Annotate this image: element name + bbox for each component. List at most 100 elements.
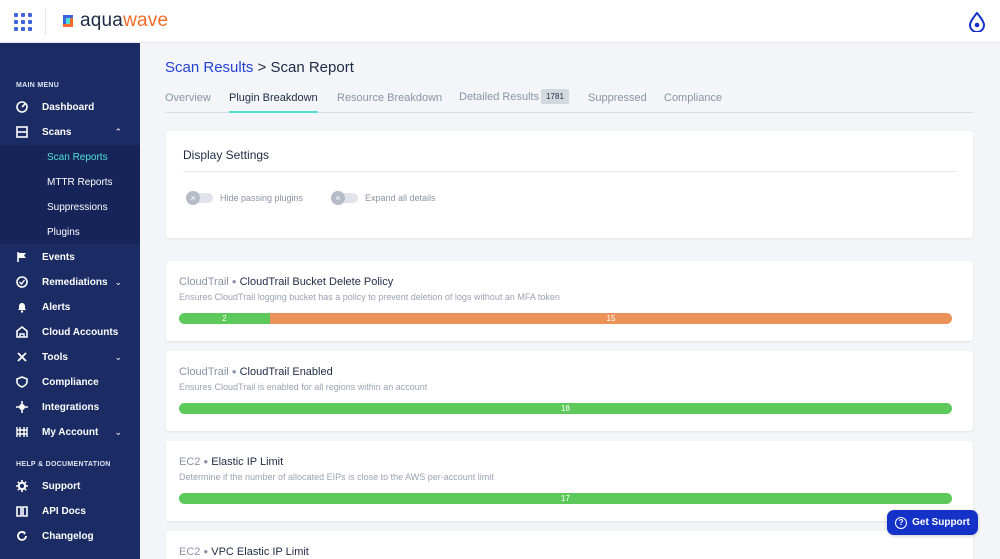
plugin-description: Ensures CloudTrail logging bucket has a …	[179, 292, 560, 302]
plugin-card[interactable]: CloudTrail ● CloudTrail Bucket Delete Poli…	[166, 261, 973, 341]
pass-segment[interactable]: 2	[179, 313, 270, 324]
result-bar[interactable]: 17	[179, 493, 952, 504]
pass-segment[interactable]: 18	[179, 403, 952, 414]
tools-icon	[16, 351, 28, 363]
plugin-description: Ensures CloudTrail is enabled for all re…	[179, 382, 428, 392]
cloud-accounts-icon	[16, 326, 28, 338]
chevron-down-icon: ⌄	[114, 426, 122, 437]
toggle-switch[interactable]: ×	[331, 191, 358, 205]
sidebar: MAIN MENU Dashboard Scans ⌃ Scan Reports…	[0, 43, 140, 559]
breadcrumb: Scan Results > Scan Report	[165, 59, 354, 76]
top-divider	[45, 8, 46, 35]
plugin-service: CloudTrail	[179, 276, 229, 288]
sidebar-subitem-plugins[interactable]: Plugins	[0, 220, 140, 244]
remediations-icon	[16, 276, 28, 288]
tab-suppressed[interactable]: Suppressed	[588, 92, 647, 104]
help-heading: HELP & DOCUMENTATION	[16, 461, 111, 468]
plugin-service: EC2	[179, 546, 201, 558]
sidebar-item-label: Integrations	[42, 401, 100, 413]
sidebar-subitem-mttr-reports[interactable]: MTTR Reports	[0, 170, 140, 194]
dashboard-icon	[16, 101, 28, 113]
tab-plugin-breakdown[interactable]: Plugin Breakdown	[229, 92, 318, 113]
toggle-label: Hide passing plugins	[220, 193, 304, 203]
display-settings-title: Display Settings	[183, 148, 270, 162]
plugin-name: CloudTrail Enabled	[239, 366, 333, 378]
toggle-label: Expand all details	[365, 193, 436, 203]
sidebar-subitem-suppressions[interactable]: Suppressions	[0, 195, 140, 219]
sidebar-item-label: Scans	[42, 126, 72, 138]
scans-icon	[16, 126, 28, 138]
tab-compliance[interactable]: Compliance	[664, 92, 722, 104]
aquawave-logo[interactable]: aquawave	[60, 10, 168, 32]
result-bar[interactable]: 18	[179, 403, 952, 414]
sidebar-item-label: Cloud Accounts	[42, 326, 119, 338]
get-support-button[interactable]: ? Get Support	[887, 510, 978, 535]
logo-text: aquawave	[80, 10, 169, 31]
divider	[183, 171, 956, 172]
apps-grid-icon[interactable]	[14, 13, 32, 31]
chevron-down-icon: ⌄	[114, 276, 122, 287]
plugin-name: VPC Elastic IP Limit	[211, 546, 309, 558]
tab-resource-breakdown[interactable]: Resource Breakdown	[337, 92, 442, 104]
toggle-switch[interactable]: ×	[186, 191, 213, 205]
flag-icon	[16, 251, 28, 263]
sidebar-item-changelog[interactable]: Changelog	[0, 524, 140, 548]
chevron-down-icon: ⌄	[114, 351, 122, 362]
sidebar-item-label: Remediations	[42, 276, 108, 288]
sidebar-item-support[interactable]: Support	[0, 474, 140, 498]
top-bar: aquawave	[0, 0, 1000, 43]
book-icon	[16, 505, 28, 517]
sidebar-item-events[interactable]: Events	[0, 245, 140, 269]
hide-passing-plugins-toggle[interactable]: × Hide passing plugins	[186, 191, 304, 205]
toggle-off-icon: ×	[331, 191, 345, 205]
sidebar-item-compliance[interactable]: Compliance	[0, 370, 140, 394]
plugin-title: CloudTrail ● CloudTrail Enabled	[179, 366, 333, 378]
fail-segment[interactable]: 15	[269, 313, 952, 324]
tab-label: Detailed Results	[459, 91, 540, 103]
sidebar-item-label: Alerts	[42, 301, 71, 313]
get-support-label: Get Support	[912, 517, 970, 528]
tab-overview[interactable]: Overview	[165, 92, 211, 104]
sidebar-item-cloud-accounts[interactable]: Cloud Accounts	[0, 320, 140, 344]
sidebar-item-label: Tools	[42, 351, 68, 363]
plugin-card[interactable]: CloudTrail ● CloudTrail Enabled Ensures Cl…	[166, 351, 973, 431]
display-settings-card: Display Settings × Hide passing plugins …	[166, 131, 973, 238]
logo-mark-icon	[63, 15, 73, 27]
plugin-card[interactable]: EC2 ● VPC Elastic IP Limit	[166, 531, 973, 559]
scans-submenu: Scan Reports MTTR Reports Suppressions P…	[0, 145, 140, 244]
tab-detailed-results[interactable]: Detailed Results 1781	[459, 89, 569, 104]
main-menu-heading: MAIN MENU	[16, 82, 60, 89]
sidebar-subitem-scan-reports[interactable]: Scan Reports	[0, 145, 140, 169]
result-bar[interactable]: 2 15	[179, 313, 952, 324]
sidebar-item-label: Support	[42, 480, 81, 492]
toggle-off-icon: ×	[186, 191, 200, 205]
sidebar-item-remediations[interactable]: Remediations ⌄	[0, 270, 140, 294]
water-drop-icon[interactable]	[968, 12, 986, 32]
plugin-card[interactable]: EC2 ● Elastic IP Limit Determine if the nu…	[166, 441, 973, 521]
expand-all-details-toggle[interactable]: × Expand all details	[331, 191, 436, 205]
sidebar-item-label: Changelog	[42, 530, 94, 542]
sidebar-item-api-docs[interactable]: API Docs	[0, 499, 140, 523]
integrations-icon	[16, 401, 28, 413]
sidebar-item-dashboard[interactable]: Dashboard	[0, 95, 140, 119]
pass-segment[interactable]: 17	[179, 493, 952, 504]
breadcrumb-separator: >	[257, 59, 267, 76]
sidebar-item-my-account[interactable]: My Account ⌄	[0, 420, 140, 444]
sidebar-item-scans[interactable]: Scans ⌃	[0, 120, 140, 144]
plugin-description: Determine if the number of allocated EIP…	[179, 472, 494, 482]
sidebar-item-integrations[interactable]: Integrations	[0, 395, 140, 419]
sidebar-item-label: API Docs	[42, 505, 86, 517]
gear-icon	[16, 480, 28, 492]
question-icon: ?	[895, 516, 908, 529]
sidebar-item-alerts[interactable]: Alerts	[0, 295, 140, 319]
breadcrumb-scan-results-link[interactable]: Scan Results	[165, 59, 253, 76]
account-icon	[16, 426, 28, 438]
sidebar-item-label: Dashboard	[42, 101, 95, 113]
plugin-title: CloudTrail ● CloudTrail Bucket Delete Poli…	[179, 276, 394, 288]
bell-icon	[16, 301, 28, 313]
plugin-title: EC2 ● Elastic IP Limit	[179, 456, 284, 468]
plugin-service: EC2	[179, 456, 201, 468]
sidebar-item-label: My Account	[42, 426, 99, 438]
sidebar-item-tools[interactable]: Tools ⌄	[0, 345, 140, 369]
plugin-name: Elastic IP Limit	[211, 456, 284, 468]
